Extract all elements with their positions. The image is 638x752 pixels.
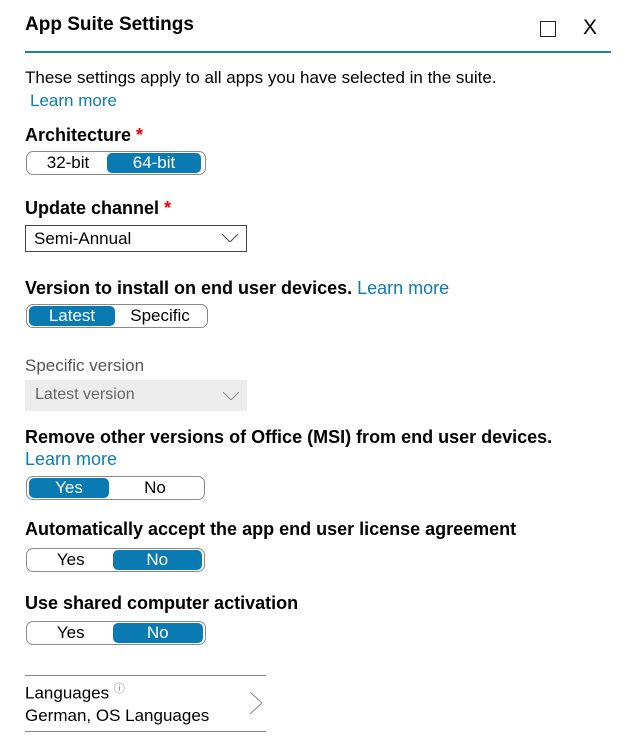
version-toggle[interactable]: Latest Specific [26,304,208,328]
required-marker: * [136,125,144,145]
remove-msi-label: Remove other versions of Office (MSI) fr… [25,427,553,447]
remove-msi-toggle[interactable]: Yes No [26,476,205,500]
languages-top-divider [25,675,266,676]
intro-learn-more-link[interactable]: Learn more [30,91,117,111]
architecture-label: Architecture * [25,125,143,146]
maximize-icon[interactable] [540,21,556,37]
info-icon[interactable]: ⓘ [114,683,125,695]
remove-msi-learn-more-link[interactable]: Learn more [25,449,117,470]
update-channel-label: Update channel * [25,198,171,219]
header-divider [25,51,611,53]
languages-label: Languages ⓘ [25,680,125,704]
remove-msi-option-yes[interactable]: Yes [29,478,109,498]
version-learn-more-link[interactable]: Learn more [357,278,449,298]
remove-msi-option-no[interactable]: No [109,478,201,498]
architecture-option-32bit[interactable]: 32-bit [29,153,107,173]
specific-version-select: Latest version [25,380,247,411]
intro-text: These settings apply to all apps you hav… [25,68,497,87]
architecture-option-64bit[interactable]: 64-bit [107,153,201,173]
specific-version-label: Specific version [25,356,145,375]
architecture-toggle[interactable]: 32-bit 64-bit [26,151,206,175]
chevron-down-icon [222,234,238,242]
version-option-specific[interactable]: Specific [115,306,205,326]
eula-toggle[interactable]: Yes No [26,548,205,572]
languages-label-text: Languages [25,683,110,703]
architecture-label-text: Architecture [25,125,132,145]
languages-value: German, OS Languages [25,706,210,725]
shared-activation-option-yes[interactable]: Yes [29,623,113,643]
languages-bottom-divider [25,731,266,732]
version-label-text: Version to install on end user devices. [25,278,353,298]
eula-label: Automatically accept the app end user li… [25,519,517,539]
specific-version-value: Latest version [35,386,135,403]
update-channel-select[interactable]: Semi-Annual [25,225,247,252]
shared-activation-label: Use shared computer activation [25,593,299,613]
chevron-right-icon[interactable] [250,692,262,714]
page-title: App Suite Settings [25,14,194,35]
shared-activation-toggle[interactable]: Yes No [26,621,206,645]
eula-option-yes[interactable]: Yes [29,550,113,570]
shared-activation-option-no[interactable]: No [112,623,203,643]
required-marker: * [164,198,172,218]
update-channel-label-text: Update channel [25,198,160,218]
chevron-down-icon [223,392,239,400]
version-option-latest[interactable]: Latest [29,306,115,326]
version-label: Version to install on end user devices. … [25,278,449,299]
update-channel-value: Semi-Annual [34,229,132,248]
close-button[interactable]: X [583,16,597,40]
eula-option-no[interactable]: No [112,550,202,570]
